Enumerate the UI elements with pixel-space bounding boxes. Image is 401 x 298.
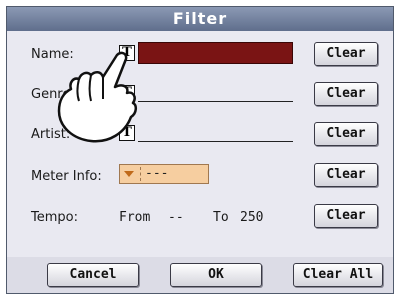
meter-clear-button[interactable]: Clear (314, 163, 378, 187)
tempo-label: Tempo: (31, 210, 78, 225)
name-clear-button[interactable]: Clear (314, 42, 378, 66)
meter-info-value: --- (145, 166, 169, 181)
artist-clear-button[interactable]: Clear (314, 122, 378, 146)
tempo-from-value[interactable]: -- (168, 210, 184, 225)
tempo-to-value[interactable]: 250 (240, 210, 263, 225)
genre-field[interactable] (138, 101, 293, 102)
dropdown-arrow-icon (124, 171, 134, 177)
tempo-clear-button[interactable]: Clear (314, 204, 378, 228)
tempo-from-label: From (119, 210, 151, 225)
filter-dialog: Filter Name: T Clear Genre: T Clear Arti… (6, 6, 394, 294)
name-field[interactable] (138, 42, 293, 64)
ok-button[interactable]: OK (170, 263, 262, 287)
dialog-footer: Cancel OK Clear All (7, 257, 393, 293)
meter-info-select[interactable]: --- (119, 164, 209, 184)
meter-separator (140, 167, 141, 181)
dialog-title: Filter (7, 7, 393, 31)
meter-info-label: Meter Info: (31, 169, 102, 184)
genre-clear-button[interactable]: Clear (314, 82, 378, 106)
clear-all-button[interactable]: Clear All (293, 263, 383, 287)
artist-field[interactable] (138, 141, 293, 142)
pointing-hand-icon (57, 51, 137, 143)
tempo-to-label: To (213, 210, 229, 225)
cancel-button[interactable]: Cancel (47, 263, 139, 287)
